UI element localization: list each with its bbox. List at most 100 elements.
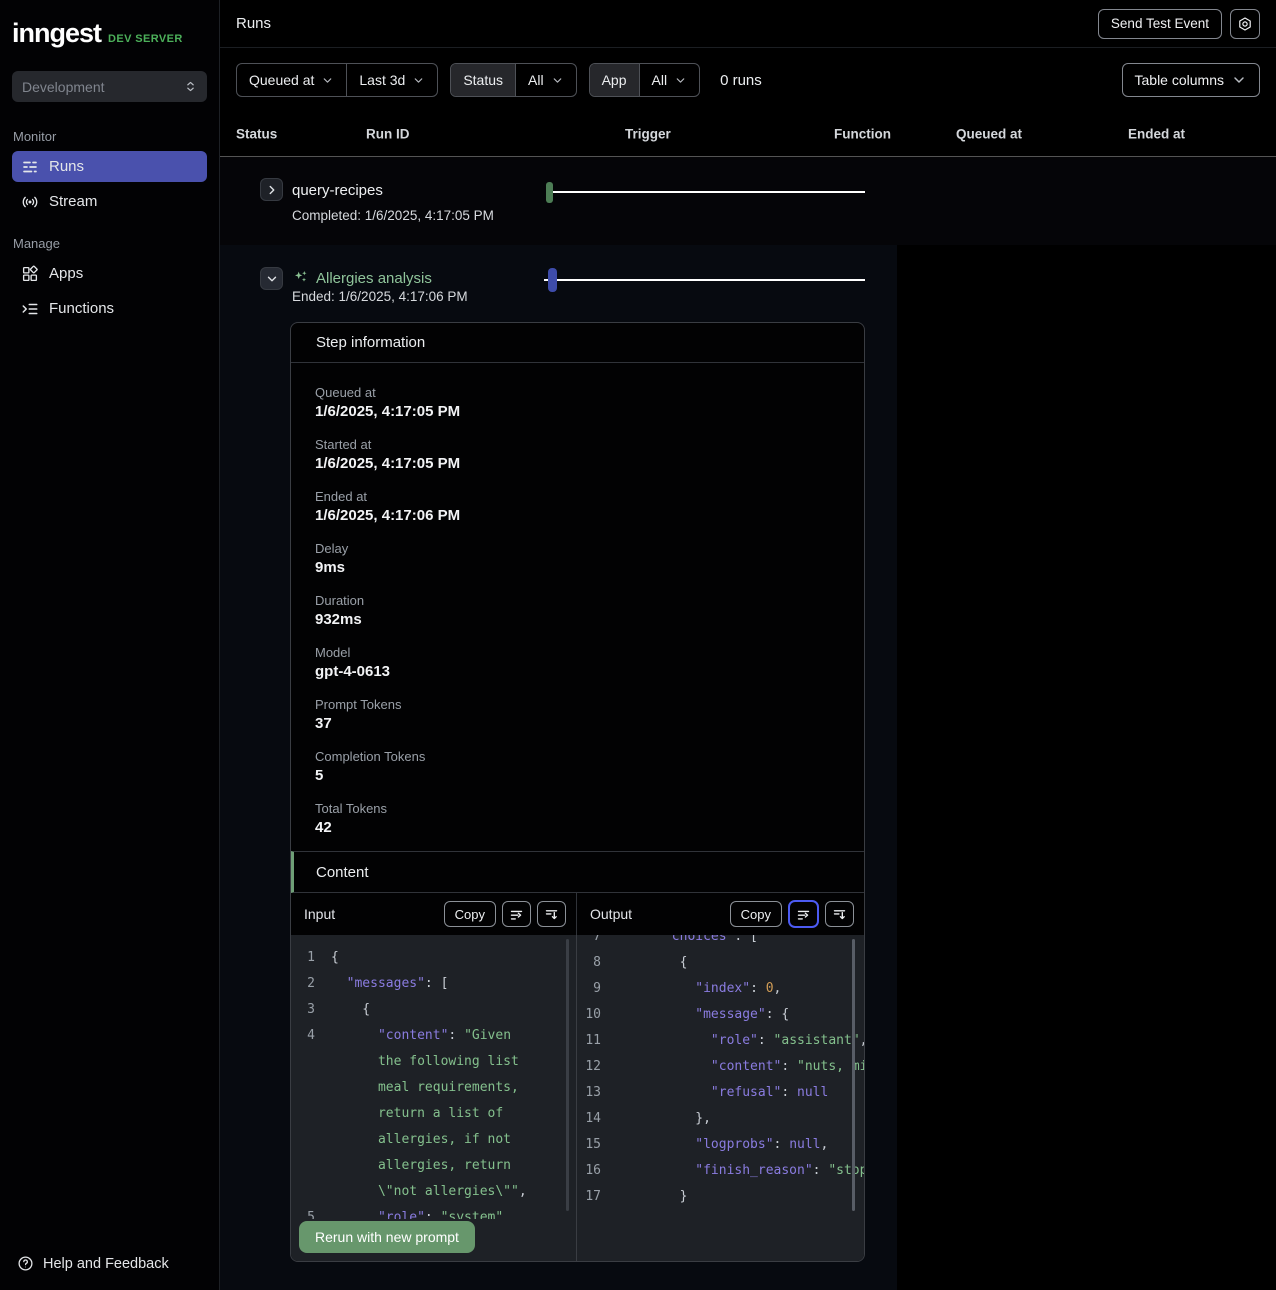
timeline-step-marker-active[interactable]	[548, 268, 557, 292]
column-header-ended-at: Ended at	[1128, 127, 1185, 142]
timeline-step-marker[interactable]	[546, 182, 553, 203]
step-field: Duration 932ms	[315, 593, 840, 645]
field-label: Queued at	[315, 385, 840, 400]
line-number	[291, 1101, 315, 1127]
sidebar-section-monitor: Monitor	[13, 129, 219, 144]
status-value: All	[528, 72, 544, 88]
io-code-row: 1{2 "messages": [3 {4 "content": "Given …	[291, 935, 864, 1262]
wrap-text-button[interactable]	[502, 901, 531, 927]
chevron-down-icon	[1231, 72, 1247, 88]
chevron-right-icon	[265, 183, 279, 197]
field-label: Model	[315, 645, 840, 660]
code-line: 13 "refusal": null	[577, 1080, 864, 1106]
input-scrollbar[interactable]	[566, 939, 569, 1211]
settings-button[interactable]	[1230, 9, 1260, 39]
line-number	[291, 1049, 315, 1075]
wrap-text-icon	[796, 907, 811, 922]
sidebar-item-functions[interactable]: Functions	[12, 293, 207, 324]
line-number	[291, 1127, 315, 1153]
ai-sparkle-icon	[293, 269, 309, 290]
environment-select-value: Development	[22, 79, 105, 95]
wrap-text-button-active[interactable]	[788, 900, 819, 928]
column-header-run-id: Run ID	[366, 127, 410, 142]
output-scrollbar[interactable]	[852, 939, 855, 1211]
output-label: Output	[590, 906, 632, 922]
line-number: 2	[291, 971, 315, 997]
table-header: StatusRun IDTriggerFunctionQueued atEnde…	[220, 112, 1276, 157]
code-line: allergies, if not	[291, 1127, 576, 1153]
code-line: 4 "content": "Given	[291, 1023, 576, 1049]
chevron-down-icon	[412, 74, 425, 87]
app-label: App	[602, 72, 627, 88]
output-code: 7 "choices": [8 {9 "index": 0,10 "messag…	[577, 935, 864, 1210]
sidebar-item-runs[interactable]: Runs	[12, 151, 207, 182]
step-name[interactable]: Allergies analysis	[316, 270, 432, 287]
code-line: the following list	[291, 1049, 576, 1075]
chevron-down-icon	[321, 74, 334, 87]
step-field: Completion Tokens5	[315, 749, 840, 801]
apps-icon	[21, 265, 39, 283]
step-field: Total Tokens42	[315, 801, 840, 853]
app-value: All	[652, 72, 668, 88]
step-field: Modelgpt-4-0613	[315, 645, 840, 697]
app-filter-dropdown[interactable]: All	[639, 64, 700, 96]
field-value: 932ms	[315, 611, 840, 628]
line-number: 17	[577, 1184, 601, 1210]
field-label: Duration	[315, 593, 840, 608]
status-label: Status	[463, 72, 503, 88]
input-code-panel: 1{2 "messages": [3 {4 "content": "Given …	[291, 935, 577, 1262]
line-number: 11	[577, 1028, 601, 1054]
table-columns-button[interactable]: Table columns	[1122, 63, 1261, 97]
sidebar-item-label: Stream	[49, 193, 97, 210]
help-label: Help and Feedback	[43, 1256, 169, 1272]
scroll-to-bottom-button[interactable]	[825, 901, 854, 927]
field-value: 9ms	[315, 559, 840, 576]
sidebar-item-label: Runs	[49, 158, 84, 175]
time-range-dropdown[interactable]: Last 3d	[346, 64, 437, 96]
scroll-to-bottom-button[interactable]	[537, 901, 566, 927]
app-filter-group: App All	[589, 63, 700, 97]
scroll-down-icon	[544, 907, 559, 922]
environment-select[interactable]: Development	[12, 71, 207, 102]
run-name[interactable]: query-recipes	[292, 182, 383, 199]
functions-icon	[21, 300, 39, 318]
step-field: Prompt Tokens37	[315, 697, 840, 749]
code-line: 1{	[291, 945, 576, 971]
code-line: allergies, return	[291, 1153, 576, 1179]
line-number: 15	[577, 1132, 601, 1158]
field-label: Ended at	[315, 489, 840, 504]
time-field-dropdown[interactable]: Queued at	[237, 64, 346, 96]
copy-input-button[interactable]: Copy	[444, 901, 496, 927]
code-line: meal requirements,	[291, 1075, 576, 1101]
wrap-text-icon	[509, 907, 524, 922]
timeline-line	[548, 191, 865, 193]
content-header: Content	[291, 851, 864, 893]
line-number	[291, 1075, 315, 1101]
collapse-row-button[interactable]	[260, 267, 283, 290]
sidebar-item-stream[interactable]: Stream	[12, 186, 207, 217]
status-filter-dropdown[interactable]: All	[515, 64, 576, 96]
step-field: Ended at1/6/2025, 4:17:06 PM	[315, 489, 840, 541]
expand-row-button[interactable]	[260, 178, 283, 201]
sidebar-section-manage: Manage	[13, 236, 219, 251]
timeline-line	[544, 279, 865, 281]
sidebar-item-apps[interactable]: Apps	[12, 258, 207, 289]
time-filter-group: Queued at Last 3d	[236, 63, 438, 97]
copy-output-button[interactable]: Copy	[730, 901, 782, 927]
rerun-with-new-prompt-button[interactable]: Rerun with new prompt	[299, 1221, 475, 1253]
field-value: 5	[315, 767, 840, 784]
time-range-label: Last 3d	[359, 72, 405, 88]
status-filter-group: Status All	[450, 63, 576, 97]
help-and-feedback[interactable]: Help and Feedback	[0, 1255, 219, 1290]
status-filter-label: Status	[451, 64, 515, 96]
field-label: Total Tokens	[315, 801, 840, 816]
dev-server-badge: DEV SERVER	[108, 33, 183, 45]
send-test-event-button[interactable]: Send Test Event	[1098, 9, 1222, 39]
runs-icon	[21, 158, 39, 176]
code-line: 9 "index": 0,	[577, 976, 864, 1002]
line-number	[291, 1179, 315, 1205]
line-number: 16	[577, 1158, 601, 1184]
app-filter-label: App	[590, 64, 639, 96]
code-line: 8 {	[577, 950, 864, 976]
code-line: \"not allergies\"",	[291, 1179, 576, 1205]
